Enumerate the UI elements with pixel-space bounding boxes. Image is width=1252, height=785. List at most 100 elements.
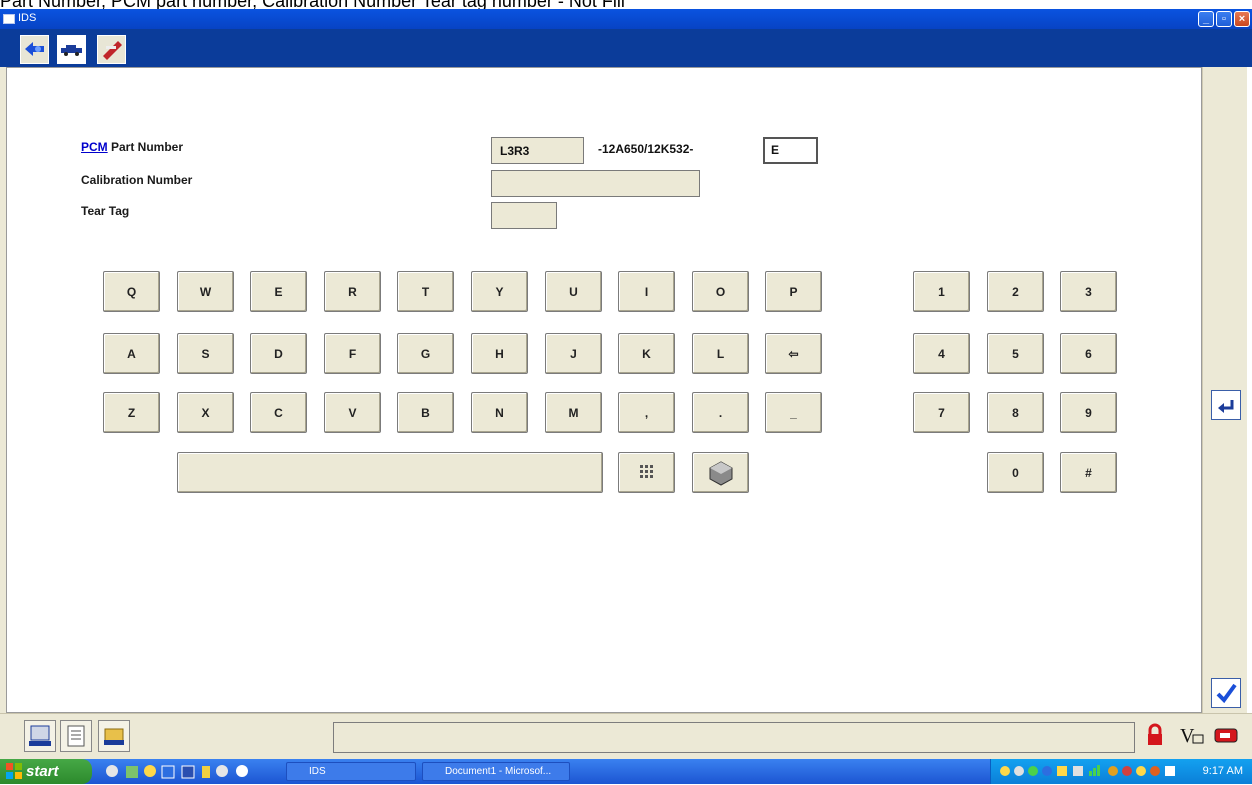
notes-button[interactable] — [60, 720, 92, 752]
key-w[interactable]: W — [177, 271, 234, 312]
voltage-indicator[interactable]: V — [1176, 720, 1208, 752]
windows-logo-icon — [6, 763, 22, 779]
notes-icon — [67, 725, 85, 747]
part-number-label: PCM Part Number — [81, 140, 183, 154]
num-key-1[interactable]: 1 — [913, 271, 970, 312]
part-suffix-field[interactable]: E — [763, 137, 818, 164]
key-d[interactable]: D — [250, 333, 307, 374]
key-g[interactable]: G — [397, 333, 454, 374]
battery-icon — [1214, 728, 1238, 743]
system-info-icon — [29, 725, 51, 746]
space-bar[interactable] — [177, 452, 603, 493]
key-v[interactable]: V — [324, 392, 381, 433]
taskbar-item-document[interactable]: Document1 - Microsof... — [422, 762, 570, 781]
key-j[interactable]: J — [545, 333, 602, 374]
folder-car-icon — [104, 728, 124, 745]
keypad-toggle-button[interactable] — [618, 452, 675, 493]
lock-indicator[interactable] — [1140, 720, 1172, 752]
key-k[interactable]: K — [618, 333, 675, 374]
key-u[interactable]: U — [545, 271, 602, 312]
key-c[interactable]: C — [250, 392, 307, 433]
return-button[interactable] — [1211, 390, 1241, 420]
num-key-hash[interactable]: # — [1060, 452, 1117, 493]
part-number-label-text: Part Number — [107, 140, 184, 154]
keypad-icon — [639, 465, 653, 478]
status-message-field — [333, 722, 1135, 753]
key-i[interactable]: I — [618, 271, 675, 312]
start-button[interactable]: start — [0, 759, 92, 784]
voltage-icon: V — [1180, 725, 1204, 747]
battery-indicator[interactable] — [1212, 720, 1244, 752]
key-q[interactable]: Q — [103, 271, 160, 312]
back-arrow-tab[interactable] — [20, 35, 49, 64]
num-key-2[interactable]: 2 — [987, 271, 1044, 312]
key-h[interactable]: H — [471, 333, 528, 374]
alphabet-cube-icon — [709, 461, 732, 486]
key-e[interactable]: E — [250, 271, 307, 312]
key-y[interactable]: Y — [471, 271, 528, 312]
app-window-icon — [3, 14, 15, 24]
main-panel: PCM Part Number Calibration Number Tear … — [6, 67, 1202, 713]
window-title-bar: IDS _ ▫ × — [0, 9, 1252, 29]
key-f[interactable]: F — [324, 333, 381, 374]
taskbar-clock: 9:17 AM — [1202, 765, 1243, 777]
num-key-0[interactable]: 0 — [987, 452, 1044, 493]
part-prefix-field[interactable]: L3R3 — [491, 137, 584, 164]
key-n[interactable]: N — [471, 392, 528, 433]
window-title: IDS — [18, 12, 37, 24]
windows-taskbar: start IDS Document1 - Microsof... 9:17 A… — [0, 759, 1252, 784]
key-a[interactable]: A — [103, 333, 160, 374]
num-key-8[interactable]: 8 — [987, 392, 1044, 433]
car-icon — [61, 45, 82, 56]
key-b[interactable]: B — [397, 392, 454, 433]
key-t[interactable]: T — [397, 271, 454, 312]
num-key-4[interactable]: 4 — [913, 333, 970, 374]
key-comma[interactable]: , — [618, 392, 675, 433]
quick-launch-bar — [104, 763, 264, 780]
calibration-number-label: Calibration Number — [81, 173, 193, 187]
right-rail — [1202, 67, 1247, 713]
key-m[interactable]: M — [545, 392, 602, 433]
blue-arrow-icon — [25, 42, 44, 56]
maximize-button[interactable]: ▫ — [1216, 11, 1232, 27]
part-base-number: -12A650/12K532- — [598, 142, 694, 156]
key-s[interactable]: S — [177, 333, 234, 374]
key-period[interactable]: . — [692, 392, 749, 433]
minimize-button[interactable]: _ — [1198, 11, 1214, 27]
calibration-number-field[interactable] — [491, 170, 700, 197]
key-x[interactable]: X — [177, 392, 234, 433]
num-key-7[interactable]: 7 — [913, 392, 970, 433]
quick-launch-icons — [106, 765, 248, 779]
key-l[interactable]: L — [692, 333, 749, 374]
return-arrow-icon — [1218, 400, 1234, 413]
num-key-3[interactable]: 3 — [1060, 271, 1117, 312]
main-toolbar — [0, 29, 1252, 67]
pcm-link[interactable]: PCM — [81, 140, 108, 154]
key-o[interactable]: O — [692, 271, 749, 312]
overlay-caption: Part Number, PCM part number, Calibratio… — [0, 0, 1252, 9]
toolbox-icon — [103, 41, 122, 60]
checkmark-icon — [1216, 683, 1237, 704]
backspace-key[interactable]: ⇦ — [765, 333, 822, 374]
key-r[interactable]: R — [324, 271, 381, 312]
tear-tag-field[interactable] — [491, 202, 557, 229]
confirm-checkmark-button[interactable] — [1211, 678, 1241, 708]
red-lock-icon — [1148, 723, 1162, 745]
bottom-bar: V — [0, 713, 1252, 760]
num-key-9[interactable]: 9 — [1060, 392, 1117, 433]
taskbar-item-ids[interactable]: IDS — [286, 762, 416, 781]
alphabet-cube-button[interactable] — [692, 452, 749, 493]
close-button[interactable]: × — [1234, 11, 1250, 27]
num-key-5[interactable]: 5 — [987, 333, 1044, 374]
start-label: start — [26, 763, 59, 780]
tear-tag-label: Tear Tag — [81, 204, 130, 218]
session-folder-button[interactable] — [98, 720, 130, 752]
system-info-button[interactable] — [24, 720, 56, 752]
key-underscore[interactable]: _ — [765, 392, 822, 433]
key-z[interactable]: Z — [103, 392, 160, 433]
key-p[interactable]: P — [765, 271, 822, 312]
num-key-6[interactable]: 6 — [1060, 333, 1117, 374]
vehicle-tab[interactable] — [57, 35, 86, 64]
tray-icons — [1000, 765, 1175, 776]
toolbox-tab[interactable] — [97, 35, 126, 64]
